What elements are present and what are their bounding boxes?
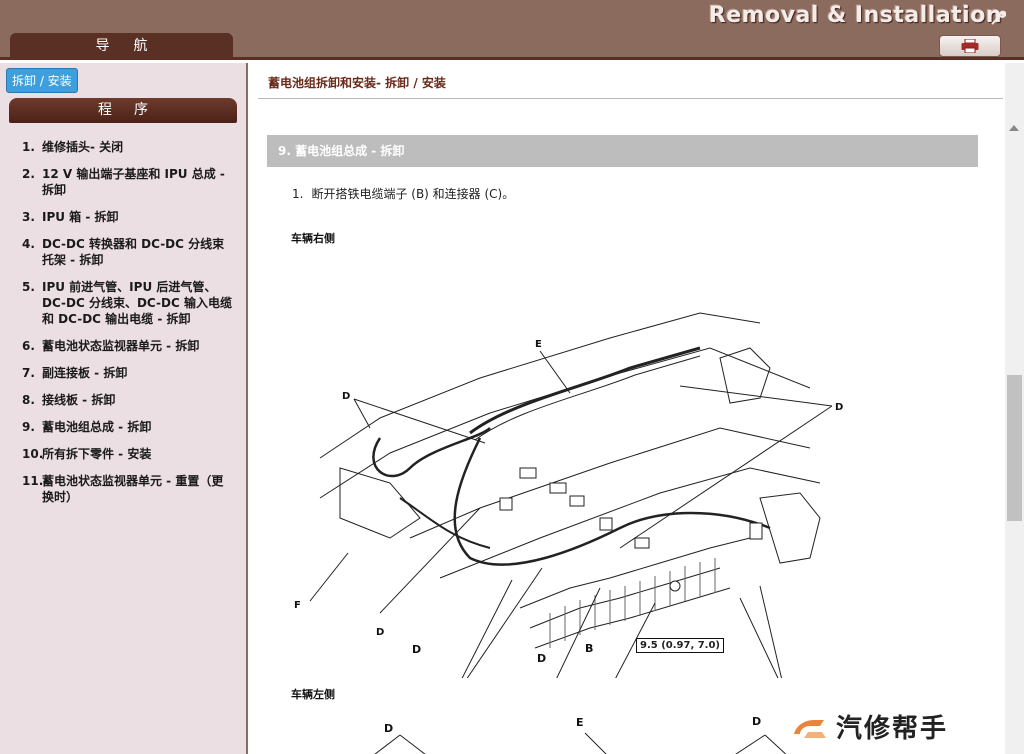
procedure-step[interactable]: 6. 蓄电池状态监视器单元 - 拆卸 <box>22 338 232 354</box>
banner-title: Removal & Installation <box>708 3 1002 28</box>
label-d: D <box>752 715 762 728</box>
label-d: D <box>376 627 384 638</box>
label-e: E <box>535 339 542 350</box>
label-d: D <box>384 722 394 735</box>
label-f: F <box>294 600 301 611</box>
torque-value: 9.5 (0.97, 7.0) <box>636 638 725 653</box>
printer-icon <box>961 39 979 53</box>
page-title: 蓄电池组拆卸和安装- 拆卸 / 安装 <box>268 76 446 90</box>
tab-removal-installation[interactable]: 拆卸 / 安装 <box>6 68 78 93</box>
label-d: D <box>342 391 350 402</box>
procedure-step[interactable]: 4. DC-DC 转换器和 DC-DC 分线束托架 - 拆卸 <box>22 236 232 268</box>
procedure-header: 程序 <box>9 98 237 123</box>
divider <box>258 98 1003 99</box>
watermark-text: 汽修帮手 <box>836 714 949 744</box>
scroll-up-arrow-icon[interactable] <box>1009 125 1019 131</box>
left-side-diagram <box>374 732 787 754</box>
sidebar: 拆卸 / 安装 程序 1. 维修插头- 关闭 2. 12 V 输出端子基座和 IPU… <box>0 63 248 754</box>
procedure-step[interactable]: 3. IPU 箱 - 拆卸 <box>22 209 232 225</box>
watermark-logo-icon <box>794 719 826 738</box>
right-side-label: 车辆右侧 <box>291 232 335 245</box>
label-b: B <box>585 642 594 655</box>
main-content: 蓄电池组拆卸和安装- 拆卸 / 安装 9. 蓄电池组总成 - 拆卸 1. 断开搭铁… <box>250 63 1005 754</box>
label-d: D <box>835 402 843 413</box>
procedure-step[interactable]: 2. 12 V 输出端子基座和 IPU 总成 - 拆卸 <box>22 166 232 198</box>
procedure-step[interactable]: 5. IPU 前进气管、IPU 后进气管、DC-DC 分线束、DC-DC 输入电缆… <box>22 279 232 327</box>
procedure-step[interactable]: 10. 所有拆下零件 - 安装 <box>22 446 232 462</box>
instruction-step: 1. 断开搭铁电缆端子 (B) 和连接器 (C)。 <box>292 187 515 201</box>
wrench-icon <box>991 10 1006 25</box>
print-button[interactable] <box>939 35 1001 57</box>
label-e: E <box>576 716 584 729</box>
nav-tab[interactable]: 导航 <box>10 33 233 60</box>
scroll-thumb[interactable] <box>1007 375 1022 521</box>
procedure-step[interactable]: 1. 维修插头- 关闭 <box>22 139 232 155</box>
watermark: 汽修帮手 <box>790 708 948 745</box>
battery-assembly-diagram: E D D F D D <box>294 312 843 678</box>
procedure-step[interactable]: 11. 蓄电池状态监视器单元 - 重置（更换时） <box>22 473 232 505</box>
procedure-list: 1. 维修插头- 关闭 2. 12 V 输出端子基座和 IPU 总成 - 拆卸 3.… <box>22 139 232 516</box>
procedure-step[interactable]: 7. 副连接板 - 拆卸 <box>22 365 232 381</box>
label-d: D <box>537 652 547 665</box>
procedure-step[interactable]: 9. 蓄电池组总成 - 拆卸 <box>22 419 232 435</box>
vertical-scrollbar[interactable] <box>1005 63 1024 754</box>
label-d: D <box>412 643 422 656</box>
procedure-step[interactable]: 8. 接线板 - 拆卸 <box>22 392 232 408</box>
section-title: 9. 蓄电池组总成 - 拆卸 <box>267 135 978 167</box>
top-banner: Removal & Installation 导航 <box>0 0 1024 60</box>
left-side-label: 车辆左侧 <box>291 688 335 701</box>
